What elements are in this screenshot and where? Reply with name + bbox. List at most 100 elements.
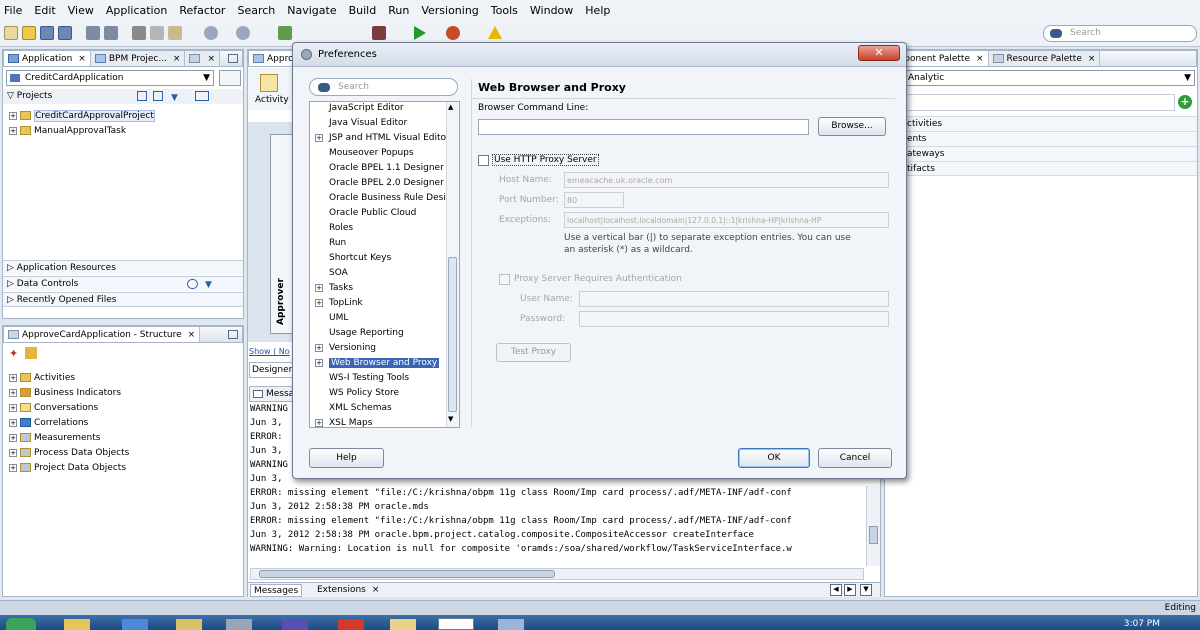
dialog-title-bar[interactable]: Preferences ✕ <box>293 43 906 67</box>
preference-category[interactable]: + Versioning <box>315 341 376 356</box>
expand-icon[interactable]: + <box>315 418 323 427</box>
application-menu-button[interactable] <box>219 70 241 86</box>
preference-category[interactable]: UML <box>315 311 348 326</box>
activity-icon[interactable] <box>260 74 278 92</box>
menu-help[interactable]: Help <box>585 4 610 17</box>
close-button[interactable]: ✕ <box>858 45 900 61</box>
app-taskbar-icon[interactable] <box>282 619 308 630</box>
log-vertical-scrollbar[interactable] <box>866 486 880 566</box>
make-icon[interactable] <box>278 26 292 40</box>
menu-refactor[interactable]: Refactor <box>179 4 225 17</box>
redo-icon[interactable] <box>104 26 118 40</box>
scroll-left-icon[interactable]: ◀ <box>830 584 842 596</box>
refresh-icon[interactable] <box>137 91 147 101</box>
tab-application[interactable]: Application × <box>4 51 91 66</box>
scroll-thumb[interactable] <box>448 257 457 412</box>
back-icon[interactable] <box>204 26 218 40</box>
preference-category[interactable]: Oracle BPEL 1.1 Designer <box>315 161 444 176</box>
preference-category[interactable]: Oracle Business Rule Design <box>315 191 457 206</box>
copy-icon[interactable] <box>150 26 164 40</box>
log-horizontal-scrollbar[interactable] <box>250 568 864 580</box>
filter-icon[interactable]: ▼ <box>205 278 212 292</box>
expand-icon[interactable]: + <box>9 433 17 442</box>
undo-icon[interactable] <box>86 26 100 40</box>
save-all-icon[interactable] <box>58 26 72 40</box>
user-name-input[interactable] <box>579 291 889 307</box>
menu-run[interactable]: Run <box>388 4 409 17</box>
test-proxy-button[interactable]: Test Proxy <box>496 343 571 362</box>
run-icon[interactable] <box>414 26 426 40</box>
browse-button[interactable]: Browse... <box>818 117 886 136</box>
projects-header[interactable]: ▽ Projects ▼ <box>3 89 243 104</box>
preference-category[interactable]: Run <box>315 236 346 251</box>
proxy-auth-checkbox[interactable] <box>499 274 510 285</box>
preference-category[interactable]: + Tasks <box>315 281 353 296</box>
structure-item[interactable]: + Activities <box>9 371 75 385</box>
menu-tools[interactable]: Tools <box>491 4 518 17</box>
accordion-data-controls[interactable]: ▷ Data Controls ▼ <box>3 276 243 291</box>
forward-icon[interactable] <box>236 26 250 40</box>
tab-list-icon[interactable]: ▼ <box>860 584 872 596</box>
structure-item[interactable]: + Business Indicators <box>9 386 121 400</box>
application-selector[interactable]: CreditCardApplication ▼ <box>6 70 214 86</box>
expand-icon[interactable]: + <box>315 298 323 307</box>
close-icon[interactable]: × <box>1088 54 1096 64</box>
show-link[interactable]: Show ( No <box>249 347 290 356</box>
host-name-input[interactable]: emeacache.uk.oracle.com <box>564 172 889 188</box>
palette-group-gateways[interactable]: ateways <box>885 146 1197 161</box>
scroll-up-icon[interactable]: ▲ <box>448 103 453 111</box>
preference-category[interactable]: WS Policy Store <box>315 386 399 401</box>
preference-category[interactable]: Oracle Public Cloud <box>315 206 416 221</box>
close-icon[interactable]: × <box>173 54 181 64</box>
expand-icon[interactable]: + <box>9 388 17 397</box>
open-icon[interactable] <box>22 26 36 40</box>
structure-item[interactable]: + Correlations <box>9 416 88 430</box>
structure-item[interactable]: + Process Data Objects <box>9 446 129 460</box>
tab-resource-palette[interactable]: Resource Palette × <box>988 51 1101 66</box>
project-item[interactable]: + CreditCardApprovalProject <box>9 109 155 123</box>
preference-category[interactable]: Java Visual Editor <box>315 116 407 131</box>
preference-category[interactable]: Roles <box>315 221 353 236</box>
app-taskbar-icon[interactable] <box>390 619 416 630</box>
scroll-down-icon[interactable]: ▼ <box>448 415 453 423</box>
expand-icon[interactable]: + <box>315 283 323 292</box>
options-icon[interactable] <box>195 91 209 101</box>
tab-extensions[interactable]: Extensions × <box>314 584 382 597</box>
palette-selector[interactable]: Analytic ▼ <box>885 70 1195 86</box>
menu-file[interactable]: File <box>4 4 22 17</box>
use-proxy-checkbox[interactable] <box>478 155 489 166</box>
expand-icon[interactable]: + <box>9 448 17 457</box>
database-taskbar-icon[interactable] <box>226 619 252 630</box>
tab-structure[interactable]: ApproveCardApplication - Structure × <box>4 327 201 342</box>
help-button[interactable]: Help <box>309 448 384 468</box>
pin-icon[interactable]: ✦ <box>9 347 21 360</box>
palette-group-artifacts[interactable]: tifacts <box>885 161 1197 176</box>
browser-command-input[interactable] <box>478 119 809 135</box>
preference-category[interactable]: Shortcut Keys <box>315 251 391 266</box>
new-icon[interactable] <box>4 26 18 40</box>
expand-icon[interactable]: + <box>315 133 323 142</box>
save-icon[interactable] <box>40 26 54 40</box>
expand-icon[interactable]: + <box>9 126 17 135</box>
paste-icon[interactable] <box>168 26 182 40</box>
close-icon[interactable]: × <box>188 330 196 340</box>
expand-icon[interactable]: + <box>315 358 323 367</box>
browser-taskbar-icon[interactable] <box>122 619 148 630</box>
top-search-input[interactable]: Search <box>1043 25 1197 42</box>
menu-search[interactable]: Search <box>237 4 275 17</box>
app-taskbar-icon[interactable] <box>176 619 202 630</box>
menu-build[interactable]: Build <box>349 4 377 17</box>
scroll-thumb[interactable] <box>869 526 878 544</box>
tab-bpm-project[interactable]: BPM Projec... × <box>90 51 186 66</box>
app-taskbar-icon[interactable] <box>338 619 364 630</box>
rebuild-icon[interactable] <box>372 26 386 40</box>
start-icon[interactable] <box>6 618 36 630</box>
debug-icon[interactable] <box>446 26 460 40</box>
palette-group-events[interactable]: ents <box>885 131 1197 146</box>
close-icon[interactable]: × <box>976 54 984 64</box>
filter-icon[interactable]: ▼ <box>171 91 178 106</box>
structure-item[interactable]: + Project Data Objects <box>9 461 126 475</box>
explorer-taskbar-icon[interactable] <box>64 619 90 630</box>
preferences-search-input[interactable]: Search <box>309 78 458 96</box>
menu-edit[interactable]: Edit <box>34 4 55 17</box>
